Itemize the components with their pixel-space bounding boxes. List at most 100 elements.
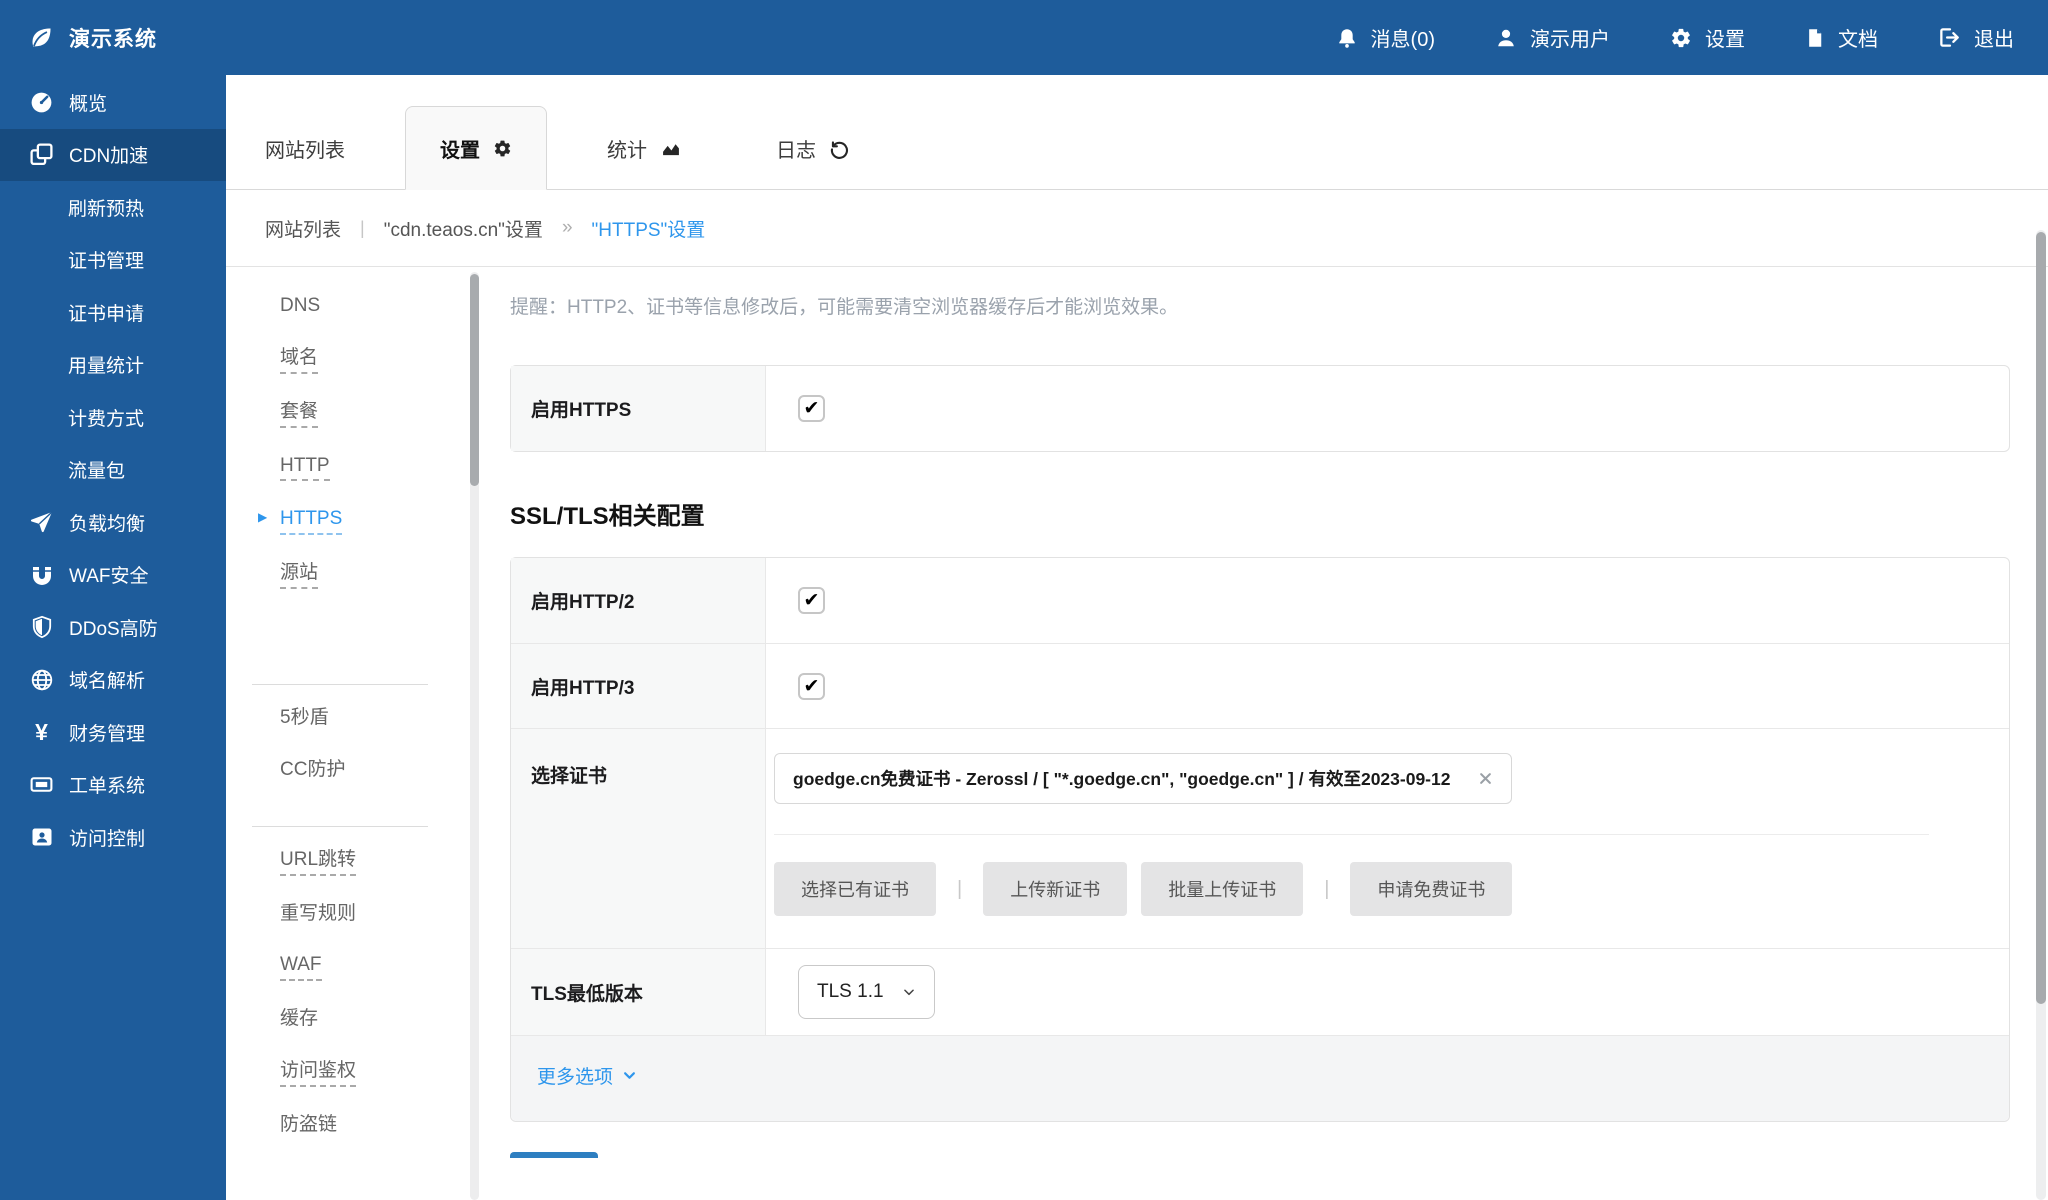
https-enable-value: ✔ xyxy=(766,366,2009,451)
https-enable-table: 启用HTTPS ✔ xyxy=(510,365,2010,452)
select-existing-cert-button[interactable]: 选择已有证书 xyxy=(774,862,936,916)
sidebar-item-cert-management[interactable]: 证书管理 xyxy=(0,234,226,287)
http2-checkbox[interactable]: ✔ xyxy=(798,587,825,614)
sidebar-item-billing-method[interactable]: 计费方式 xyxy=(0,391,226,444)
ssl-settings-table: 启用HTTP/2 ✔ 启用HTTP/3 ✔ 选择证书 xyxy=(510,557,2010,1122)
more-options-link[interactable]: 更多选项 xyxy=(537,1062,637,1089)
subnav-item-rewrite-rules[interactable]: 重写规则 xyxy=(280,903,356,928)
subnav-item-origin[interactable]: 源站 xyxy=(280,562,318,589)
sidebar-item-dns-resolve[interactable]: 域名解析 xyxy=(0,654,226,707)
check-icon: ✔ xyxy=(804,591,820,610)
sidebar-label: 证书管理 xyxy=(68,246,144,273)
sidebar-item-waf[interactable]: WAF安全 xyxy=(0,549,226,602)
inner-scrollbar-track[interactable] xyxy=(470,272,479,1200)
subnav-item-cache[interactable]: 缓存 xyxy=(280,1008,318,1033)
notice-text: 提醒：HTTP2、证书等信息修改后，可能需要清空浏览器缓存后才能浏览效果。 xyxy=(510,292,2010,319)
breadcrumb-site-settings[interactable]: "cdn.teaos.cn"设置 xyxy=(384,215,543,242)
ssl-section-title: SSL/TLS相关配置 xyxy=(510,496,2010,531)
sidebar-item-access-control[interactable]: 访问控制 xyxy=(0,811,226,864)
subnav-item-https[interactable]: ▶HTTPS xyxy=(280,508,342,535)
tls-version-select[interactable]: TLS 1.1 xyxy=(798,965,935,1019)
sidebar-item-overview[interactable]: 概览 xyxy=(0,76,226,129)
https-enable-checkbox[interactable]: ✔ xyxy=(798,395,825,422)
inner-scrollbar-thumb[interactable] xyxy=(470,274,479,486)
history-icon xyxy=(829,138,850,159)
button-separator: | xyxy=(1324,878,1329,901)
page-scrollbar-track[interactable] xyxy=(2036,230,2046,1200)
cert-button-row: 选择已有证书 | 上传新证书 批量上传证书 | 申请免费证书 xyxy=(774,862,1512,916)
tab-statistics[interactable]: 统计 xyxy=(573,106,716,190)
breadcrumb-raquo: » xyxy=(562,217,573,239)
http3-label: 启用HTTP/3 xyxy=(511,644,766,728)
subnav-item-domain[interactable]: 域名 xyxy=(280,347,318,374)
subnav-item-http[interactable]: HTTP xyxy=(280,455,330,482)
subnav-divider xyxy=(252,826,428,827)
tab-site-list[interactable]: 网站列表 xyxy=(265,106,379,190)
cert-divider xyxy=(774,834,1929,835)
sidebar-item-cert-apply[interactable]: 证书申请 xyxy=(0,286,226,339)
sidebar-item-traffic-package[interactable]: 流量包 xyxy=(0,444,226,497)
sidebar-item-finance[interactable]: ¥ 财务管理 xyxy=(0,706,226,759)
chart-icon xyxy=(660,138,682,158)
sidebar-item-usage-stats[interactable]: 用量统计 xyxy=(0,339,226,392)
subnav-item-plan[interactable]: 套餐 xyxy=(280,401,318,428)
subnav-item-cc-protection[interactable]: CC防护 xyxy=(280,759,345,784)
sidebar-item-ddos[interactable]: DDoS高防 xyxy=(0,601,226,654)
triangle-right-icon: ▶ xyxy=(258,511,267,525)
sidebar-label: CDN加速 xyxy=(69,141,148,168)
sidebar-label: 财务管理 xyxy=(69,719,145,746)
sidebar-item-cdn[interactable]: CDN加速 xyxy=(0,129,226,182)
breadcrumb-site-list[interactable]: 网站列表 xyxy=(265,215,341,242)
leaf-icon xyxy=(28,25,54,51)
docs-button[interactable]: 文档 xyxy=(1805,23,1878,52)
sidebar-label: 计费方式 xyxy=(68,404,144,431)
chevron-down-icon xyxy=(622,1068,637,1083)
tab-label: 日志 xyxy=(776,134,816,163)
upload-new-cert-button[interactable]: 上传新证书 xyxy=(983,862,1127,916)
sidebar-item-refresh-preheat[interactable]: 刷新预热 xyxy=(0,181,226,234)
sidebar-label: 概览 xyxy=(69,89,107,116)
sidebar-item-tickets[interactable]: 工单系统 xyxy=(0,759,226,812)
brand-title: 演示系统 xyxy=(69,23,157,53)
subnav-item-hotlink-protection[interactable]: 防盗链 xyxy=(280,1114,337,1139)
topbar-nav: 消息(0) 演示用户 设置 文档 退出 xyxy=(1336,23,2014,52)
docs-label: 文档 xyxy=(1838,23,1878,52)
breadcrumb-current[interactable]: "HTTPS"设置 xyxy=(592,215,706,242)
logout-button[interactable]: 退出 xyxy=(1938,23,2014,52)
subnav-item-auth[interactable]: 访问鉴权 xyxy=(280,1060,356,1087)
sidebar-label: DDoS高防 xyxy=(69,614,158,641)
save-button-partial[interactable] xyxy=(510,1152,598,1158)
sidebar-label: 刷新预热 xyxy=(68,194,144,221)
http3-checkbox[interactable]: ✔ xyxy=(798,673,825,700)
magnet-icon xyxy=(28,563,55,587)
user-menu[interactable]: 演示用户 xyxy=(1495,23,1610,52)
http2-label: 启用HTTP/2 xyxy=(511,558,766,643)
certificate-chip-text: goedge.cn免费证书 - Zerossl / [ "*.goedge.cn… xyxy=(793,766,1450,791)
sidebar-item-load-balancer[interactable]: 负载均衡 xyxy=(0,496,226,549)
settings-label: 设置 xyxy=(1705,23,1745,52)
settings-button[interactable]: 设置 xyxy=(1670,23,1745,52)
close-icon[interactable] xyxy=(1478,771,1493,786)
main-panel: 网站列表 设置 统计 日志 网站列表 xyxy=(226,75,2048,1200)
batch-upload-cert-button[interactable]: 批量上传证书 xyxy=(1141,862,1303,916)
subnav-divider xyxy=(252,684,428,685)
brand-logo[interactable]: 演示系统 xyxy=(28,23,157,53)
page-scrollbar-thumb[interactable] xyxy=(2036,232,2046,1004)
id-card-icon xyxy=(28,825,55,849)
sidebar-label: 负载均衡 xyxy=(69,509,145,536)
tab-logs[interactable]: 日志 xyxy=(742,106,884,190)
breadcrumb-separator: | xyxy=(360,218,365,239)
apply-free-cert-button[interactable]: 申请免费证书 xyxy=(1350,862,1512,916)
tab-settings[interactable]: 设置 xyxy=(405,106,547,190)
subnav-item-dns[interactable]: DNS xyxy=(280,295,320,320)
messages-button[interactable]: 消息(0) xyxy=(1336,23,1435,52)
http3-value: ✔ xyxy=(766,644,2009,728)
subnav-item-waf[interactable]: WAF xyxy=(280,954,322,981)
tab-label: 设置 xyxy=(440,134,480,163)
logout-label: 退出 xyxy=(1974,23,2014,52)
subnav-item-5s-shield[interactable]: 5秒盾 xyxy=(280,707,329,732)
ticket-icon xyxy=(28,772,55,797)
subnav-item-url-redirect[interactable]: URL跳转 xyxy=(280,849,356,876)
layers-icon xyxy=(28,142,55,167)
https-settings-form: 提醒：HTTP2、证书等信息修改后，可能需要清空浏览器缓存后才能浏览效果。 启用… xyxy=(510,268,2010,1158)
